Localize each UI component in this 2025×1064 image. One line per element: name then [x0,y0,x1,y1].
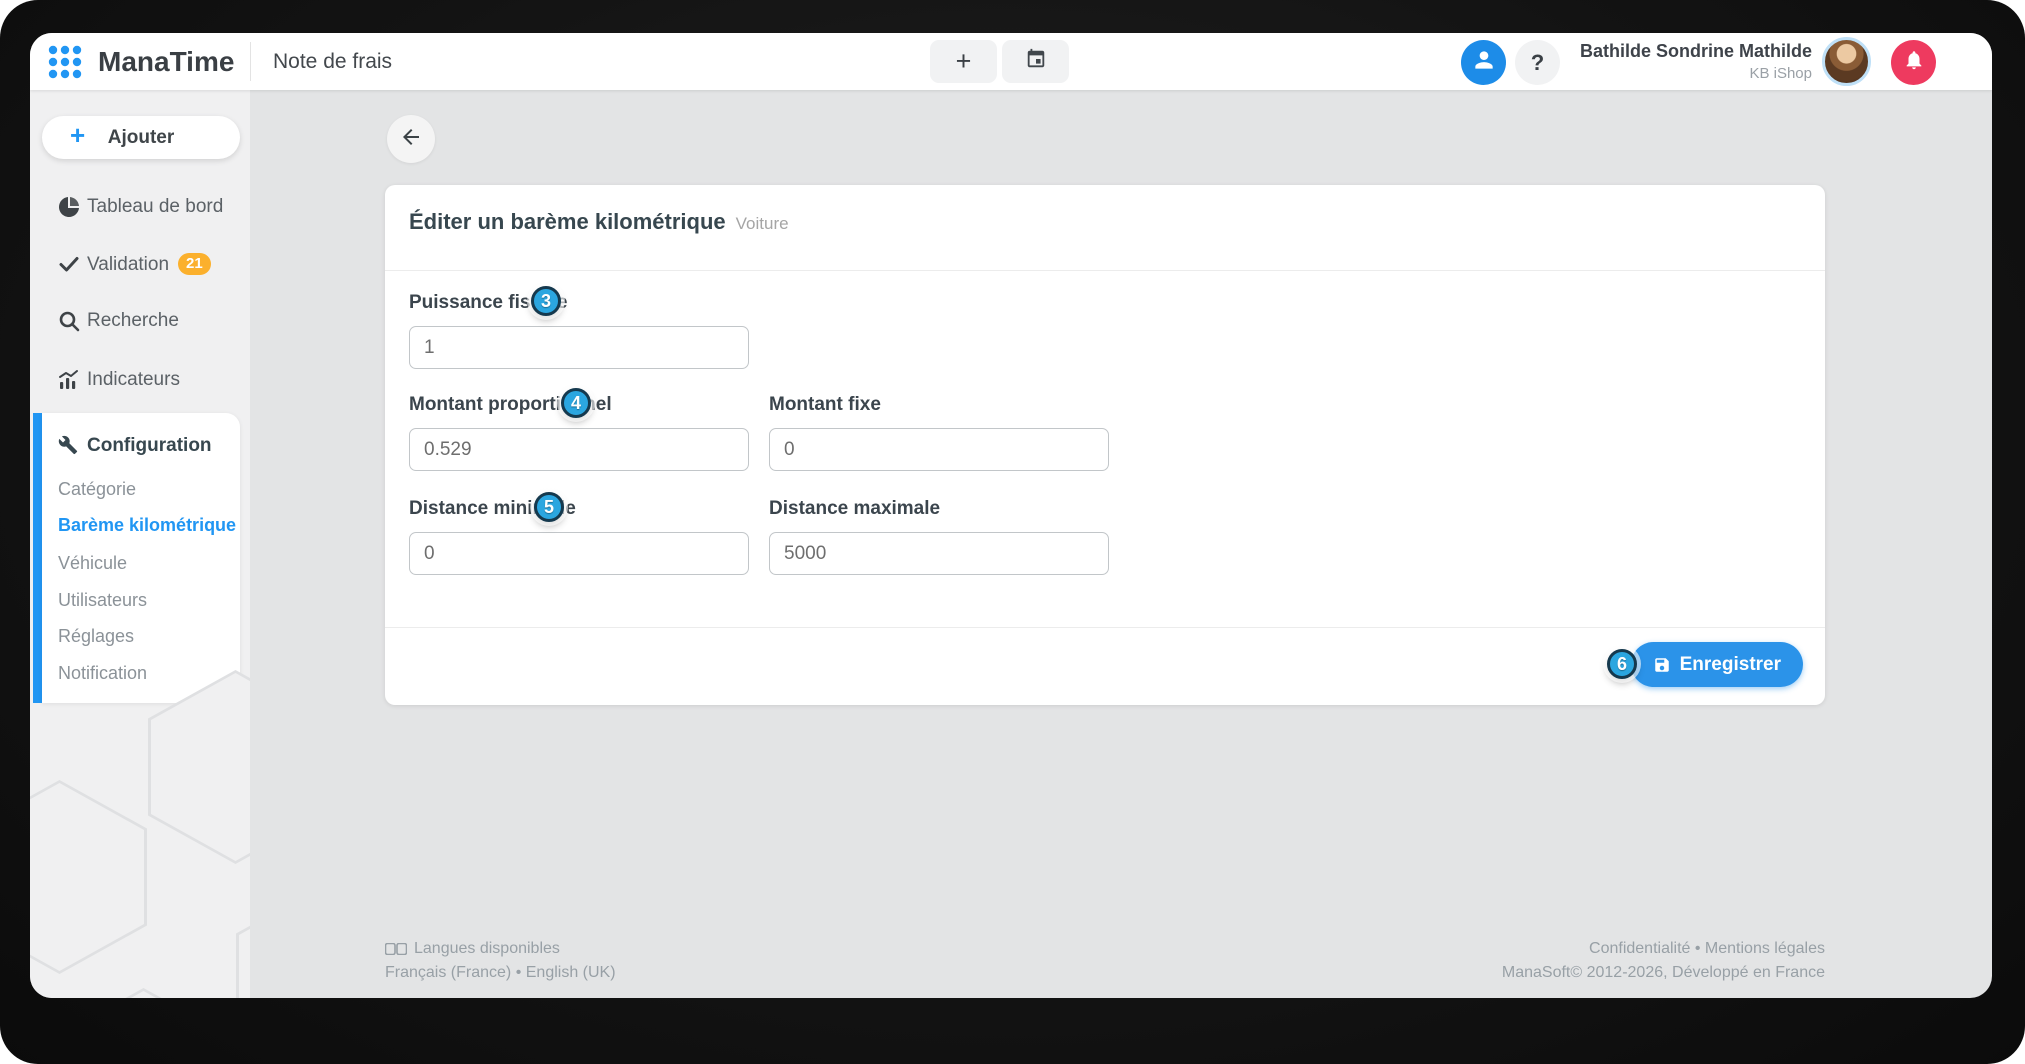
card-subtitle: Voiture [736,214,789,234]
screenshot-stage: ManaTime Note de frais + [0,0,2025,1064]
calendar-button[interactable] [1002,40,1069,83]
pie-chart-icon [57,195,81,219]
bar-chart-icon [57,368,81,392]
language-flags-icon [385,943,407,955]
puissance-fiscale-input[interactable] [409,326,749,369]
wrench-icon [58,435,78,455]
search-icon [57,309,81,333]
card-divider [385,270,1825,271]
sidebar-item-label: Indicateurs [87,369,180,391]
user-name: Bathilde Sondrine Mathilde [1580,41,1812,62]
sidebar-illustration: ✓ [60,783,235,977]
step-badge-4: 4 [561,388,591,418]
configuration-section: Configuration Catégorie Barème kilométri… [42,413,240,703]
avatar[interactable] [1822,37,1871,86]
check-icon [57,252,81,276]
notifications-button[interactable] [1891,40,1936,85]
distance-maximale-label: Distance maximale [769,498,940,520]
montant-fixe-label: Montant fixe [769,394,881,416]
header-divider [250,42,251,81]
top-bar: ManaTime Note de frais + [30,33,1992,90]
config-item-bareme-kilometrique[interactable]: Barème kilométrique [58,515,236,539]
support-agent-button[interactable] [1461,40,1506,85]
sidebar-item-dashboard[interactable]: Tableau de bord [30,192,250,222]
languages-title: Langues disponibles [414,940,560,958]
validation-count-badge: 21 [178,253,211,275]
add-button[interactable]: + Ajouter [42,116,240,159]
page-title: Note de frais [273,33,392,90]
sidebar-item-indicators[interactable]: Indicateurs [30,365,250,395]
add-button-label: Ajouter [108,127,175,149]
montant-proportionnel-input[interactable] [409,428,749,471]
sidebar-item-configuration[interactable]: Configuration [42,435,240,459]
main-content: Éditer un barème kilométrique Voiture Pu… [250,90,1992,998]
sidebar-item-label: Validation21 [87,253,211,276]
footer-legal: Confidentialité • Mentions légales ManaS… [1502,940,1825,982]
step-badge-5: 5 [534,492,564,522]
card-title: Éditer un barème kilométrique [409,209,726,235]
legal-links[interactable]: Confidentialité • Mentions légales [1502,940,1825,958]
card-title-row: Éditer un barème kilométrique Voiture [409,209,789,235]
sidebar-item-search[interactable]: Recherche [30,306,250,336]
distance-maximale-input[interactable] [769,532,1109,575]
step-badge-3: 3 [531,286,561,316]
sidebar-item-validation[interactable]: Validation21 [30,249,250,279]
hexagon-pattern [236,885,250,998]
brand-logo-text: ManaTime [98,33,234,90]
config-item-reglages[interactable]: Réglages [58,626,134,650]
sidebar: + Ajouter Tableau de bord V [30,90,250,998]
arrow-left-icon [399,125,423,154]
help-button[interactable]: ? [1515,40,1560,85]
save-icon [1653,656,1671,674]
active-section-indicator [33,413,42,703]
configuration-label: Configuration [87,435,212,457]
user-organization: KB iShop [1580,65,1812,82]
distance-minimale-input[interactable] [409,532,749,575]
bell-icon [1903,49,1925,76]
apps-grid-icon[interactable] [46,43,84,86]
save-button-label: Enregistrer [1680,654,1781,676]
config-item-categorie[interactable]: Catégorie [58,479,136,503]
sidebar-item-label: Tableau de bord [87,196,223,218]
footer-languages: Langues disponibles Français (France) • … [385,940,616,982]
help-icon: ? [1531,50,1544,76]
save-button[interactable]: Enregistrer [1631,642,1803,687]
plus-icon: + [70,120,85,151]
support-agent-icon [1471,47,1497,78]
calendar-icon [1025,48,1047,75]
languages-list[interactable]: Français (France) • English (UK) [385,964,616,982]
hexagon-pattern [56,988,231,998]
sidebar-item-label: Recherche [87,310,179,332]
card-divider [385,627,1825,628]
montant-fixe-input[interactable] [769,428,1109,471]
edit-bareme-card: Éditer un barème kilométrique Voiture Pu… [385,185,1825,705]
config-item-vehicule[interactable]: Véhicule [58,553,127,577]
config-item-utilisateurs[interactable]: Utilisateurs [58,590,147,614]
user-info[interactable]: Bathilde Sondrine Mathilde KB iShop [1580,41,1812,82]
config-item-notification[interactable]: Notification [58,663,147,687]
plus-icon: + [956,46,972,77]
step-badge-6: 6 [1607,649,1637,679]
add-entry-button[interactable]: + [930,40,997,83]
app-window: ManaTime Note de frais + [30,33,1992,998]
back-button[interactable] [387,115,435,163]
copyright-text: ManaSoft© 2012-2026, Développé en France [1502,964,1825,982]
